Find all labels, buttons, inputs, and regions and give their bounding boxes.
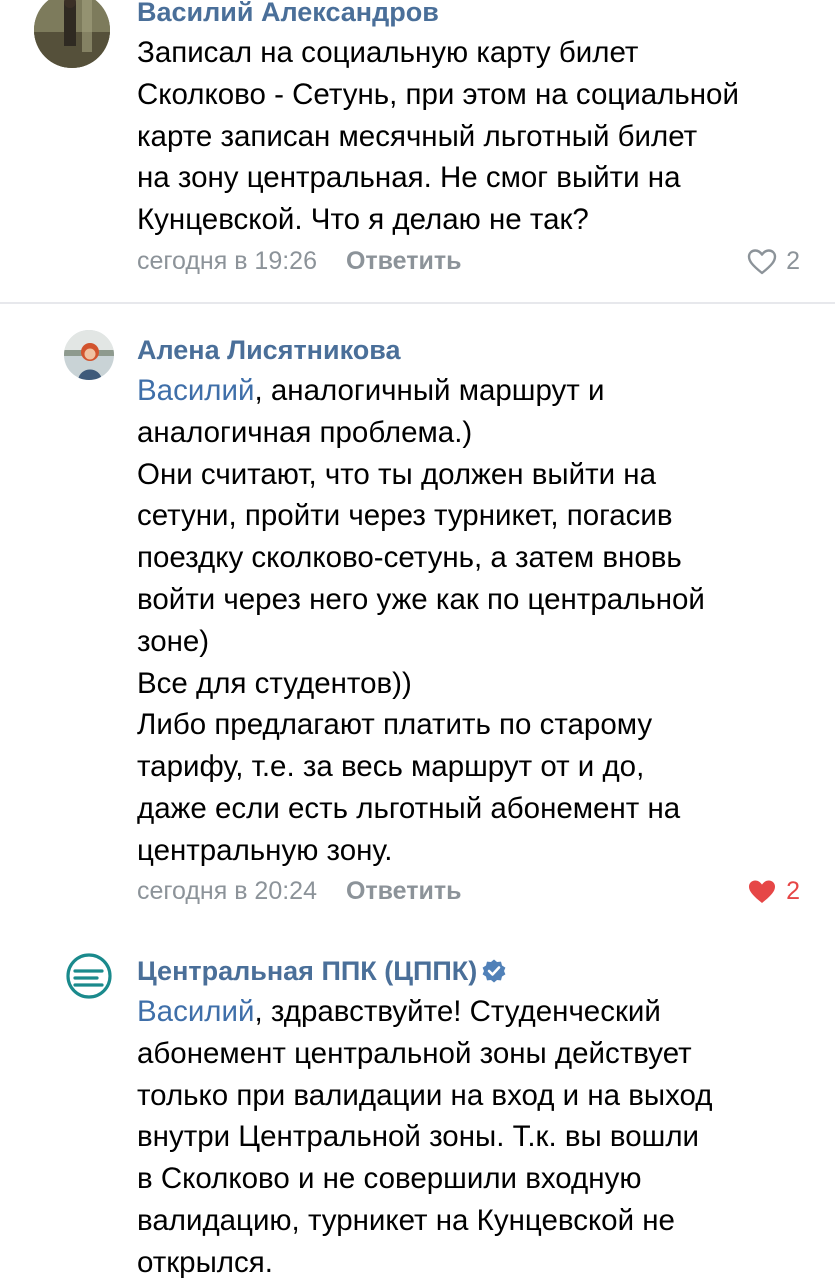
text-line: открылся. — [137, 1245, 273, 1279]
avatar-photo-icon — [64, 330, 114, 380]
text-line: карте записан месячный льготный билет — [137, 119, 698, 153]
text-line: Либо предлагают платить по старому — [137, 708, 653, 742]
text-line: тарифу, т.е. за весь маршрут от и до, — [137, 750, 645, 784]
avatar[interactable] — [64, 330, 114, 380]
text-line: валидацию, турникет на Кунцевской не — [137, 1203, 675, 1237]
text-line: войти через него уже как по центральной — [137, 582, 705, 616]
text-line: в Сколково и не совершили входную — [137, 1162, 642, 1196]
like-count: 2 — [786, 876, 800, 905]
like-count: 2 — [786, 246, 800, 275]
text-line: абонемент центральной зоны действует — [137, 1036, 692, 1070]
comment-text: Василий, здравствуйте! Студенческий абон… — [137, 991, 817, 1284]
mention-link[interactable]: Василий — [137, 374, 254, 407]
text-line: Кунцевской. Что я делаю не так? — [137, 203, 589, 237]
comment-time: сегодня в 20:24 — [137, 877, 317, 905]
comment-meta: сегодня в 19:26 Ответить — [137, 244, 461, 278]
text-line: зоне) — [137, 624, 210, 658]
text-line: даже если есть льготный абонемент на — [137, 791, 681, 825]
comment-author[interactable]: Алена Лисятникова — [137, 334, 401, 366]
comment-author[interactable]: Василий Александров — [137, 0, 439, 28]
reply-button[interactable]: Ответить — [346, 247, 462, 275]
comment-time: сегодня в 19:26 — [137, 247, 317, 275]
text-line: Все для студентов)) — [137, 666, 412, 700]
avatar[interactable] — [64, 951, 114, 1001]
heart-outline-icon — [747, 248, 777, 274]
comment-meta: сегодня в 20:24 Ответить — [137, 874, 461, 908]
text-line: центральную зону. — [137, 833, 393, 867]
like-button[interactable]: 2 — [747, 874, 800, 908]
avatar-photo-icon — [34, 0, 110, 68]
text-fragment: , здравствуйте! Студенческий — [254, 995, 661, 1028]
text-fragment: , аналогичный маршрут и — [254, 374, 605, 407]
text-line: Они считают, что ты должен выйти на — [137, 457, 656, 491]
author-name: Центральная ППК (ЦППК) — [137, 956, 478, 986]
avatar[interactable] — [34, 0, 110, 68]
heart-filled-icon — [749, 880, 776, 903]
comment-text: Записал на социальную карту билет Сколко… — [137, 32, 817, 241]
divider — [0, 302, 835, 304]
text-line: поездку сколково-сетунь, а затем вновь — [137, 541, 682, 575]
comment-author[interactable]: Центральная ППК (ЦППК) — [137, 955, 507, 987]
text-line: на зону центральная. Не смог выйти на — [137, 161, 681, 195]
text-line: аналогичная проблема.) — [137, 415, 473, 449]
text-line: сетуни, пройти через турникет, погасив — [137, 499, 673, 533]
text-line: Сколково - Сетунь, при этом на социально… — [137, 77, 739, 111]
text-line: Василий, аналогичный маршрут и — [137, 370, 817, 412]
text-line: Василий, здравствуйте! Студенческий — [137, 991, 817, 1033]
text-line: Записал на социальную карту билет — [137, 36, 639, 69]
text-line: только при валидации на вход и на выход — [137, 1078, 713, 1112]
comment-text: Василий, аналогичный маршрут и аналогичн… — [137, 370, 817, 872]
reply-button[interactable]: Ответить — [346, 877, 462, 905]
like-button[interactable]: 2 — [747, 244, 800, 278]
mention-link[interactable]: Василий — [137, 995, 254, 1028]
cppk-logo-icon — [66, 953, 112, 999]
verified-check-icon — [482, 959, 506, 983]
text-line: внутри Центральной зоны. Т.к. вы вошли — [137, 1120, 700, 1154]
